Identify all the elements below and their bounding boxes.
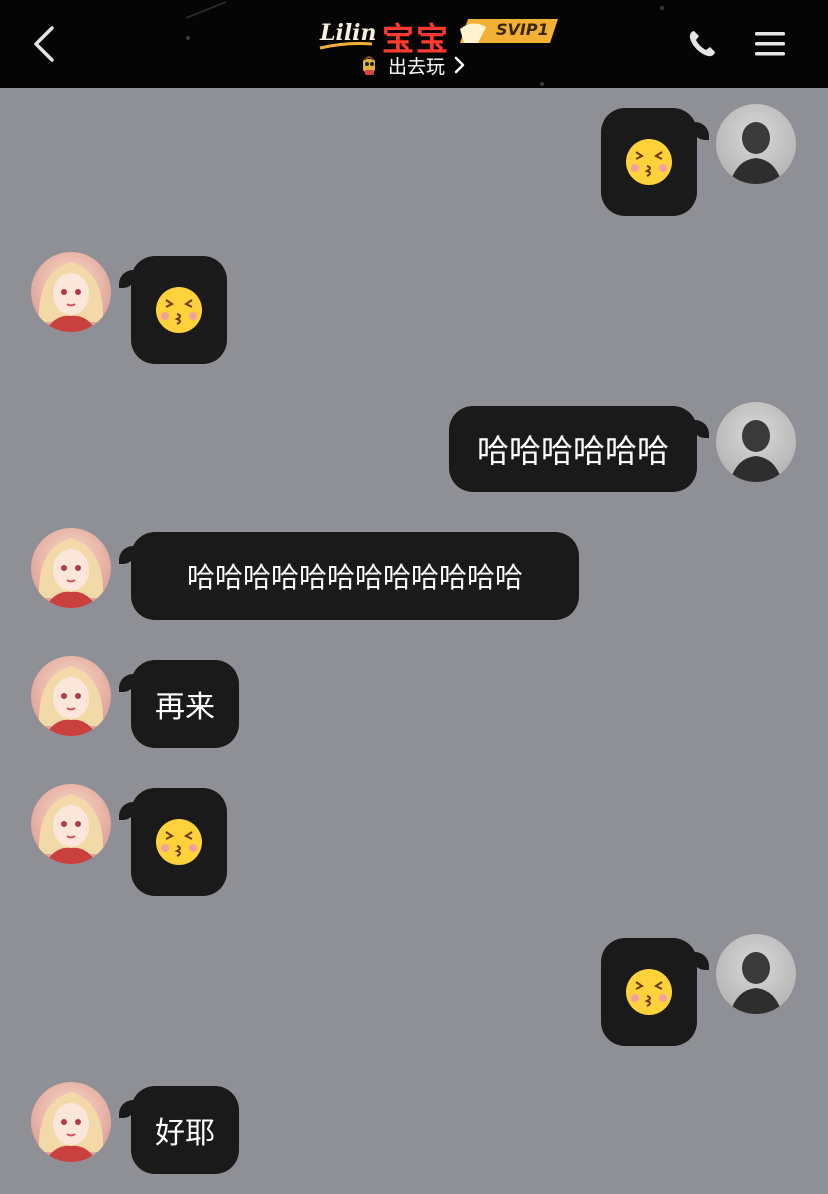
contact-avatar[interactable] [31,784,111,864]
hamburger-menu-icon [755,32,785,56]
my-avatar[interactable] [716,934,796,1014]
message-text: 哈哈哈哈哈哈 [476,432,669,470]
kiss-face-emoji-icon [626,139,672,185]
status-row[interactable]: 出去玩 [358,52,465,78]
anime-girl-portrait-icon [38,1092,104,1162]
contact-avatar[interactable] [31,252,111,332]
chevron-right-icon [454,56,465,74]
message-bubble[interactable] [601,108,709,216]
my-avatar[interactable] [716,402,796,482]
bubble-tail [119,270,135,288]
svip-badge: SVIP1 [458,17,558,45]
phone-icon [689,31,715,57]
bubble-tail [119,546,135,564]
call-button[interactable] [680,22,724,66]
svip-label: SVIP1 [496,20,549,39]
message-text: 再来 [155,690,215,725]
message-bubble[interactable]: 好耶 [119,1086,239,1174]
my-avatar[interactable] [716,104,796,184]
chevron-left-icon [34,26,54,62]
bubble-tail [119,802,135,820]
message-bubble[interactable]: 哈哈哈哈哈哈哈哈哈哈哈哈 [119,532,579,620]
message-text: 好耶 [155,1116,215,1151]
anime-girl-portrait-icon [38,666,104,736]
message-text: 哈哈哈哈哈哈哈哈哈哈哈哈 [186,561,523,594]
anime-girl-portrait-icon [38,262,104,332]
message-bubble[interactable] [119,256,227,364]
bubble-tail [693,122,709,140]
contact-avatar[interactable] [31,528,111,608]
message-list[interactable]: 哈哈哈哈哈哈 哈哈哈哈哈哈哈哈哈哈哈哈 再来 好耶 [0,88,828,1194]
kiss-face-emoji-icon [626,969,672,1015]
message-bubble[interactable] [119,788,227,896]
message-bubble[interactable]: 再来 [119,660,239,748]
brand-logo-text: Lilin [319,20,376,46]
chat-title[interactable]: Lilin 宝宝 SVIP1 出去玩 [300,8,570,84]
bag-status-icon [363,56,375,75]
back-button[interactable] [22,18,66,70]
decor-dot [186,36,190,40]
brand-logo: Lilin [319,20,376,50]
decor-streak [185,1,227,19]
anime-girl-portrait-icon [38,794,104,864]
bubble-tail [693,952,709,970]
kiss-face-emoji-icon [156,819,202,865]
message-bubble[interactable] [601,938,709,1046]
top-bar: Lilin 宝宝 SVIP1 出去玩 [0,0,828,88]
menu-button[interactable] [748,22,792,66]
anime-girl-portrait-icon [38,538,104,608]
bubble-tail [693,420,709,438]
message-bubble[interactable]: 哈哈哈哈哈哈 [449,406,709,492]
person-portrait-icon [730,952,782,1014]
status-text: 出去玩 [388,55,446,78]
kiss-face-emoji-icon [156,287,202,333]
person-portrait-icon [730,122,782,184]
bubble-tail [119,674,135,692]
decor-dot [660,6,664,10]
bubble-tail [119,1100,135,1118]
contact-avatar[interactable] [31,656,111,736]
contact-avatar[interactable] [31,1082,111,1162]
person-portrait-icon [730,420,782,482]
